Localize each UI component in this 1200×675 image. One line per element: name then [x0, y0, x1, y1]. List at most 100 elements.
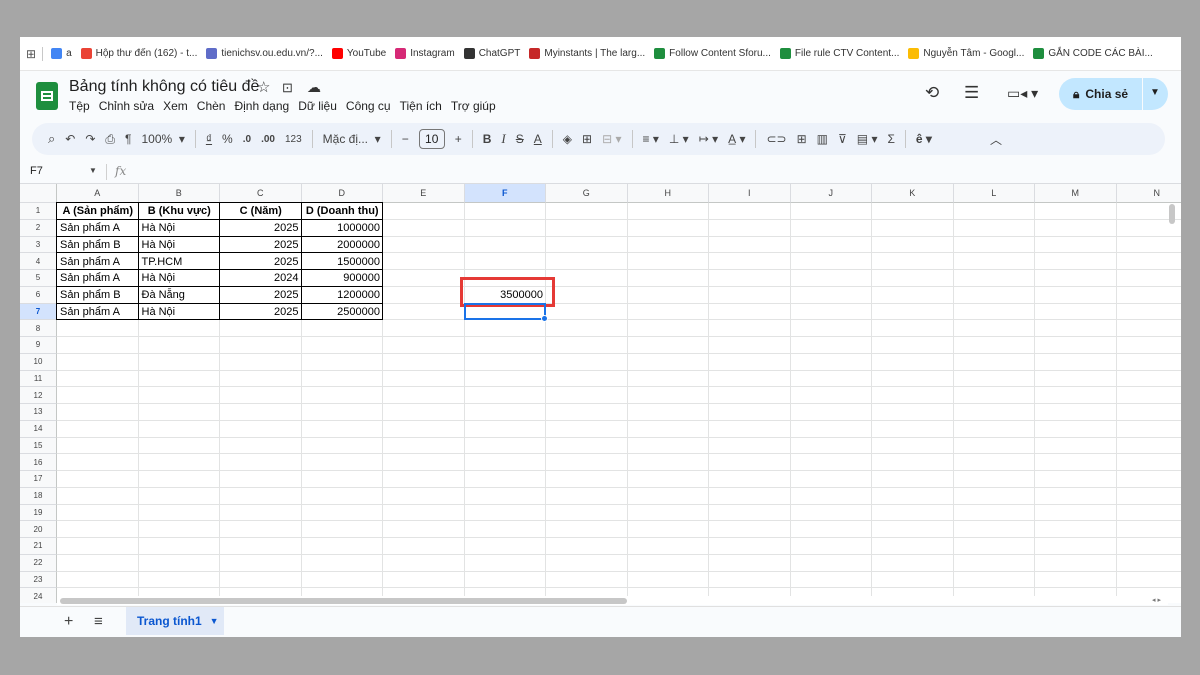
select-all-corner[interactable] — [20, 184, 57, 203]
column-header[interactable]: D — [301, 184, 383, 203]
data-cell[interactable]: 1000000 — [302, 220, 384, 237]
data-cell[interactable]: 1500000 — [302, 253, 384, 270]
font-size-increase-icon[interactable]: + — [455, 132, 462, 146]
row-header[interactable]: 2 — [20, 219, 57, 237]
column-header[interactable]: K — [872, 184, 954, 203]
text-color-button[interactable]: A — [534, 132, 542, 146]
data-cell[interactable]: Đà Nẵng — [139, 287, 221, 304]
input-tools-icon[interactable]: ê ▾ — [916, 132, 932, 146]
data-cell[interactable]: Sản phẩm A — [57, 220, 139, 237]
row-header[interactable]: 24 — [20, 588, 57, 603]
italic-button[interactable]: I — [501, 131, 505, 147]
row-header[interactable]: 16 — [20, 454, 57, 471]
share-button[interactable]: 🔒︎ Chia sẻ ▼ — [1059, 78, 1168, 110]
undo-icon[interactable]: ↶ — [65, 132, 75, 146]
menu-item[interactable]: Dữ liệu — [298, 99, 337, 113]
column-header[interactable]: L — [953, 184, 1035, 203]
meet-icon[interactable]: ▭◂ ▾ — [1007, 85, 1038, 102]
header-cell[interactable]: A (Sản phẩm) — [57, 203, 139, 220]
row-header[interactable]: 10 — [20, 353, 57, 371]
sheet-grid[interactable]: A B C D E F G H I J K L M N 1 2 3 4 5 6 7 8 9 10 11 12 13 14 15 16 17 1… — [20, 183, 1181, 603]
menu-item[interactable]: Tiện ích — [400, 99, 442, 113]
row-header[interactable]: 4 — [20, 253, 57, 270]
data-cell[interactable]: 1200000 — [302, 287, 384, 304]
vertical-scroll-thumb[interactable] — [1169, 204, 1175, 224]
row-header[interactable]: 8 — [20, 320, 57, 337]
header-cell[interactable]: B (Khu vực) — [139, 203, 221, 220]
row-header[interactable]: 11 — [20, 370, 57, 388]
font-select[interactable]: Mặc đị... ▾ — [323, 132, 381, 146]
row-header[interactable]: 3 — [20, 236, 57, 254]
search-menus-icon[interactable]: ⌕ — [48, 131, 55, 147]
bookmark-item[interactable]: tienichsv.ou.edu.vn/?... — [206, 48, 323, 59]
data-cell[interactable]: TP.HCM — [139, 253, 221, 270]
data-cell[interactable]: Sản phẩm A — [57, 270, 139, 287]
data-cell[interactable]: 2025 — [220, 237, 302, 254]
data-cell[interactable]: 2000000 — [302, 237, 384, 254]
data-cell[interactable]: Hà Nội — [139, 237, 221, 254]
collapse-toolbar-icon[interactable]: ︿ — [990, 131, 1002, 148]
menu-item[interactable]: Định dạng — [234, 99, 289, 113]
row-header[interactable]: 9 — [20, 337, 57, 354]
horizontal-align-icon[interactable]: ≡ ▾ — [643, 132, 659, 146]
menu-item[interactable]: Xem — [163, 99, 188, 113]
insert-comment-icon[interactable]: ⊞ — [797, 132, 807, 146]
bookmark-item[interactable]: Instagram — [395, 48, 455, 59]
row-header[interactable]: 1 — [20, 203, 57, 220]
data-cell[interactable]: 2025 — [220, 304, 302, 321]
column-header[interactable]: E — [383, 184, 465, 203]
column-header[interactable]: C — [220, 184, 302, 203]
version-history-icon[interactable]: ⟲ — [925, 83, 939, 103]
text-rotation-icon[interactable]: A̲ ▾ — [728, 132, 745, 146]
font-size-input[interactable]: 10 — [418, 129, 445, 149]
bold-button[interactable]: B — [483, 132, 492, 146]
number-format-button[interactable]: 123 — [285, 134, 302, 145]
apps-grid-icon[interactable]: ⊞ — [26, 47, 36, 61]
menu-item[interactable]: Trợ giúp — [451, 99, 496, 113]
redo-icon[interactable]: ↷ — [85, 132, 95, 146]
data-cell[interactable]: 2025 — [220, 220, 302, 237]
document-title[interactable]: Bảng tính không có tiêu đề — [69, 78, 259, 96]
chevron-down-icon[interactable]: ▼ — [1150, 87, 1160, 98]
column-header[interactable]: A — [57, 184, 139, 203]
column-header[interactable]: M — [1035, 184, 1117, 203]
merge-cells-icon[interactable]: ⊟ ▾ — [602, 132, 621, 146]
horizontal-scroll-thumb[interactable] — [60, 598, 627, 604]
comments-icon[interactable]: ☰ — [964, 83, 979, 103]
print-icon[interactable]: ⎙ — [105, 132, 115, 147]
column-header[interactable]: N — [1116, 184, 1181, 203]
row-header[interactable]: 14 — [20, 420, 57, 438]
row-header[interactable]: 13 — [20, 404, 57, 421]
bookmark-item[interactable]: YouTube — [331, 48, 386, 59]
column-header[interactable]: G — [546, 184, 628, 203]
bookmark-item[interactable]: a — [51, 48, 72, 59]
row-header[interactable]: 23 — [20, 571, 57, 589]
borders-icon[interactable]: ⊞ — [582, 132, 592, 146]
fill-handle[interactable] — [541, 315, 548, 323]
data-cell[interactable]: Sản phẩm B — [57, 237, 139, 254]
bookmark-item[interactable]: Follow Content Sforu... — [654, 48, 771, 59]
row-header[interactable]: 17 — [20, 471, 57, 488]
row-header[interactable]: 18 — [20, 487, 57, 505]
data-cell[interactable]: Hà Nội — [139, 270, 221, 287]
insert-link-icon[interactable]: ⊂⊃ — [766, 132, 786, 146]
row-header[interactable]: 22 — [20, 554, 57, 572]
data-cell[interactable]: Hà Nội — [139, 304, 221, 321]
menu-item[interactable]: Chỉnh sửa — [99, 99, 154, 113]
chevron-down-icon[interactable]: ▼ — [89, 166, 97, 175]
menu-item[interactable]: Chèn — [197, 99, 226, 113]
data-cell[interactable]: Sản phẩm B — [57, 287, 139, 304]
chevron-down-icon[interactable]: ▼ — [210, 616, 219, 626]
data-cell[interactable]: Hà Nội — [139, 220, 221, 237]
data-cell[interactable]: Sản phẩm A — [57, 304, 139, 321]
data-cell[interactable]: 2025 — [220, 253, 302, 270]
data-cell[interactable]: 2024 — [220, 270, 302, 287]
bookmark-item[interactable]: Nguyễn Tâm - Googl... — [908, 48, 1024, 59]
increase-decimal-button[interactable]: .00 — [261, 134, 275, 145]
cloud-status-icon[interactable]: ☁ — [307, 79, 321, 96]
add-sheet-icon[interactable]: + — [64, 613, 73, 631]
bookmark-item[interactable]: File rule CTV Content... — [779, 48, 899, 59]
sheet-tab[interactable]: Trang tính1 ▼ — [126, 607, 224, 635]
selected-cell[interactable] — [463, 302, 546, 321]
column-header[interactable]: I — [709, 184, 791, 203]
